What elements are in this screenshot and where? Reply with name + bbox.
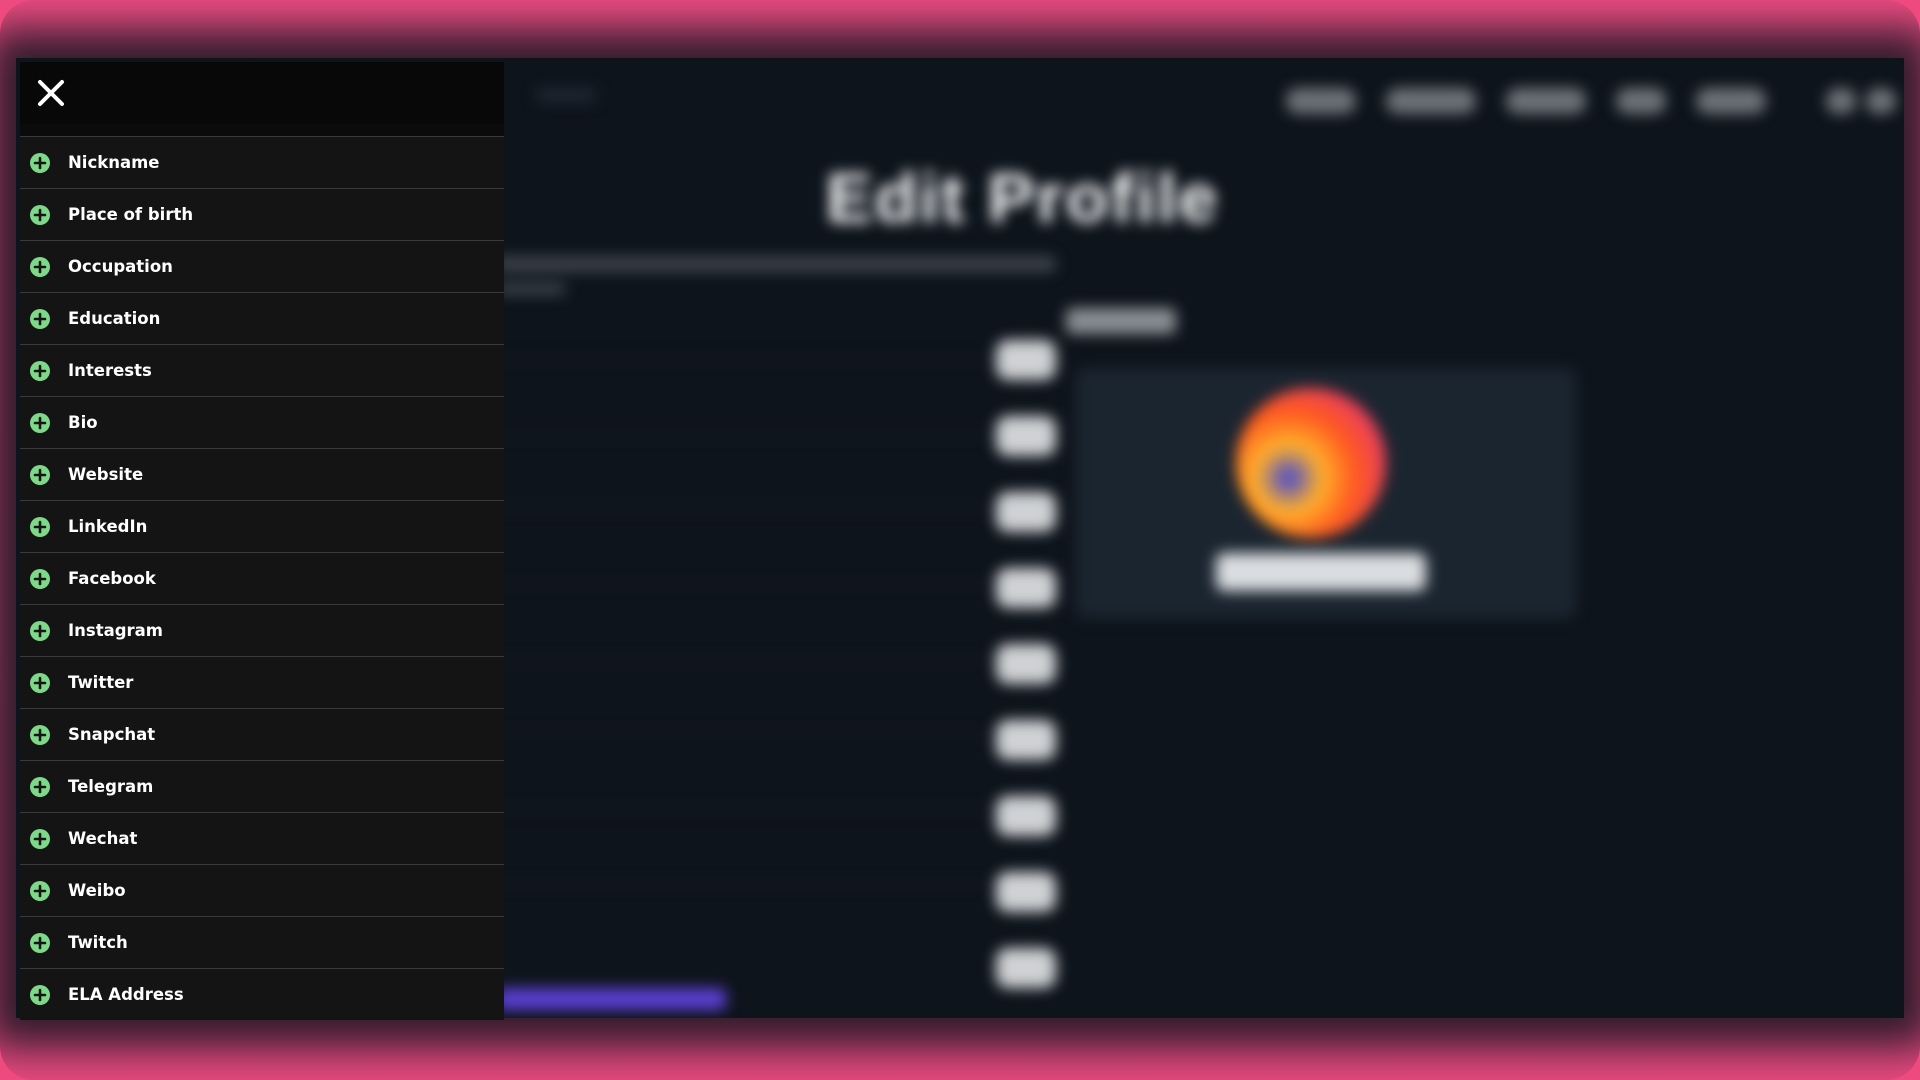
- background-nav-item: [1386, 88, 1476, 114]
- background-subtitle-line: [496, 283, 566, 295]
- plus-circle-icon: [30, 412, 50, 433]
- background-nav-item: [1696, 88, 1766, 114]
- list-item-label: Weibo: [68, 881, 126, 900]
- plus-circle-icon: [30, 464, 50, 485]
- background-row-divider: [496, 658, 1016, 660]
- plus-circle-icon: [30, 204, 50, 225]
- plus-circle-icon: [30, 724, 50, 745]
- plus-circle-icon: [30, 620, 50, 641]
- list-item[interactable]: LinkedIn: [20, 500, 504, 552]
- background-row-divider: [496, 358, 1016, 360]
- list-item-label: Instagram: [68, 621, 164, 640]
- list-item[interactable]: Twitter: [20, 656, 504, 708]
- background-subtitle: [496, 256, 1056, 272]
- background-toggle: [996, 568, 1056, 608]
- list-item[interactable]: Snapchat: [20, 708, 504, 760]
- plus-circle-icon: [30, 568, 50, 589]
- background-nav-icon: [1866, 88, 1896, 114]
- background-row-divider: [496, 808, 1016, 810]
- list-item-label: Twitch: [68, 933, 128, 952]
- background-nav-item: [1506, 88, 1586, 114]
- list-item-label: LinkedIn: [68, 517, 148, 536]
- list-item[interactable]: Twitch: [20, 916, 504, 968]
- background-logo: [536, 88, 596, 102]
- background-toggle: [996, 872, 1056, 912]
- list-item[interactable]: Telegram: [20, 760, 504, 812]
- list-item-label: Website: [68, 465, 144, 484]
- background-row-divider: [496, 583, 1016, 585]
- plus-circle-icon: [30, 672, 50, 693]
- device-frame: Edit Profile Nickname Place of birth Occ…: [0, 0, 1920, 1080]
- list-item[interactable]: Instagram: [20, 604, 504, 656]
- list-item-label: Wechat: [68, 829, 138, 848]
- add-field-drawer: Nickname Place of birth Occupation Educatio…: [20, 62, 504, 1020]
- plus-circle-icon: [30, 516, 50, 537]
- list-item[interactable]: Facebook: [20, 552, 504, 604]
- drawer-header: [20, 62, 504, 124]
- list-item-label: Nickname: [68, 153, 160, 172]
- close-icon[interactable]: [32, 74, 70, 112]
- plus-circle-icon: [30, 880, 50, 901]
- list-item[interactable]: Bio: [20, 396, 504, 448]
- list-item[interactable]: Wechat: [20, 812, 504, 864]
- background-toggle: [996, 340, 1056, 380]
- background-row-divider: [496, 883, 1016, 885]
- avatar: [1236, 388, 1386, 538]
- background-nav-item: [1286, 88, 1356, 114]
- list-item-label: Telegram: [68, 777, 154, 796]
- list-item-label: Snapchat: [68, 725, 156, 744]
- background-row-divider: [496, 733, 1016, 735]
- background-row-divider: [496, 508, 1016, 510]
- plus-circle-icon: [30, 256, 50, 277]
- background-preview-label: [1066, 308, 1176, 334]
- list-item-label: Bio: [68, 413, 98, 432]
- plus-circle-icon: [30, 360, 50, 381]
- background-toggle: [996, 492, 1056, 532]
- list-item-label: ELA Address: [68, 985, 184, 1004]
- list-item-label: Facebook: [68, 569, 156, 588]
- list-item[interactable]: Interests: [20, 344, 504, 396]
- plus-circle-icon: [30, 776, 50, 797]
- background-profile-name: [1216, 553, 1426, 591]
- list-item-label: Interests: [68, 361, 152, 380]
- list-item[interactable]: Weibo: [20, 864, 504, 916]
- list-item[interactable]: Education: [20, 292, 504, 344]
- list-item-label: Education: [68, 309, 161, 328]
- plus-circle-icon: [30, 984, 50, 1005]
- plus-circle-icon: [30, 932, 50, 953]
- list-item[interactable]: Website: [20, 448, 504, 500]
- list-item[interactable]: Place of birth: [20, 188, 504, 240]
- field-list: Nickname Place of birth Occupation Educatio…: [20, 136, 504, 1020]
- list-item[interactable]: Occupation: [20, 240, 504, 292]
- list-item[interactable]: ELA Address: [20, 968, 504, 1020]
- plus-circle-icon: [30, 308, 50, 329]
- plus-circle-icon: [30, 828, 50, 849]
- list-item-label: Place of birth: [68, 205, 194, 224]
- list-item-label: Occupation: [68, 257, 173, 276]
- background-toggle: [996, 796, 1056, 836]
- background-page-title: Edit Profile: [826, 159, 1220, 237]
- background-toggle: [996, 720, 1056, 760]
- background-row-divider: [496, 433, 1016, 435]
- plus-circle-icon: [30, 152, 50, 173]
- background-toggle: [996, 416, 1056, 456]
- list-item[interactable]: Nickname: [20, 136, 504, 188]
- background-nav-icon: [1826, 88, 1856, 114]
- background-progress-bar: [496, 988, 726, 1010]
- background-toggle: [996, 644, 1056, 684]
- background-nav-item: [1616, 88, 1666, 114]
- background-toggle: [996, 948, 1056, 988]
- list-item-label: Twitter: [68, 673, 134, 692]
